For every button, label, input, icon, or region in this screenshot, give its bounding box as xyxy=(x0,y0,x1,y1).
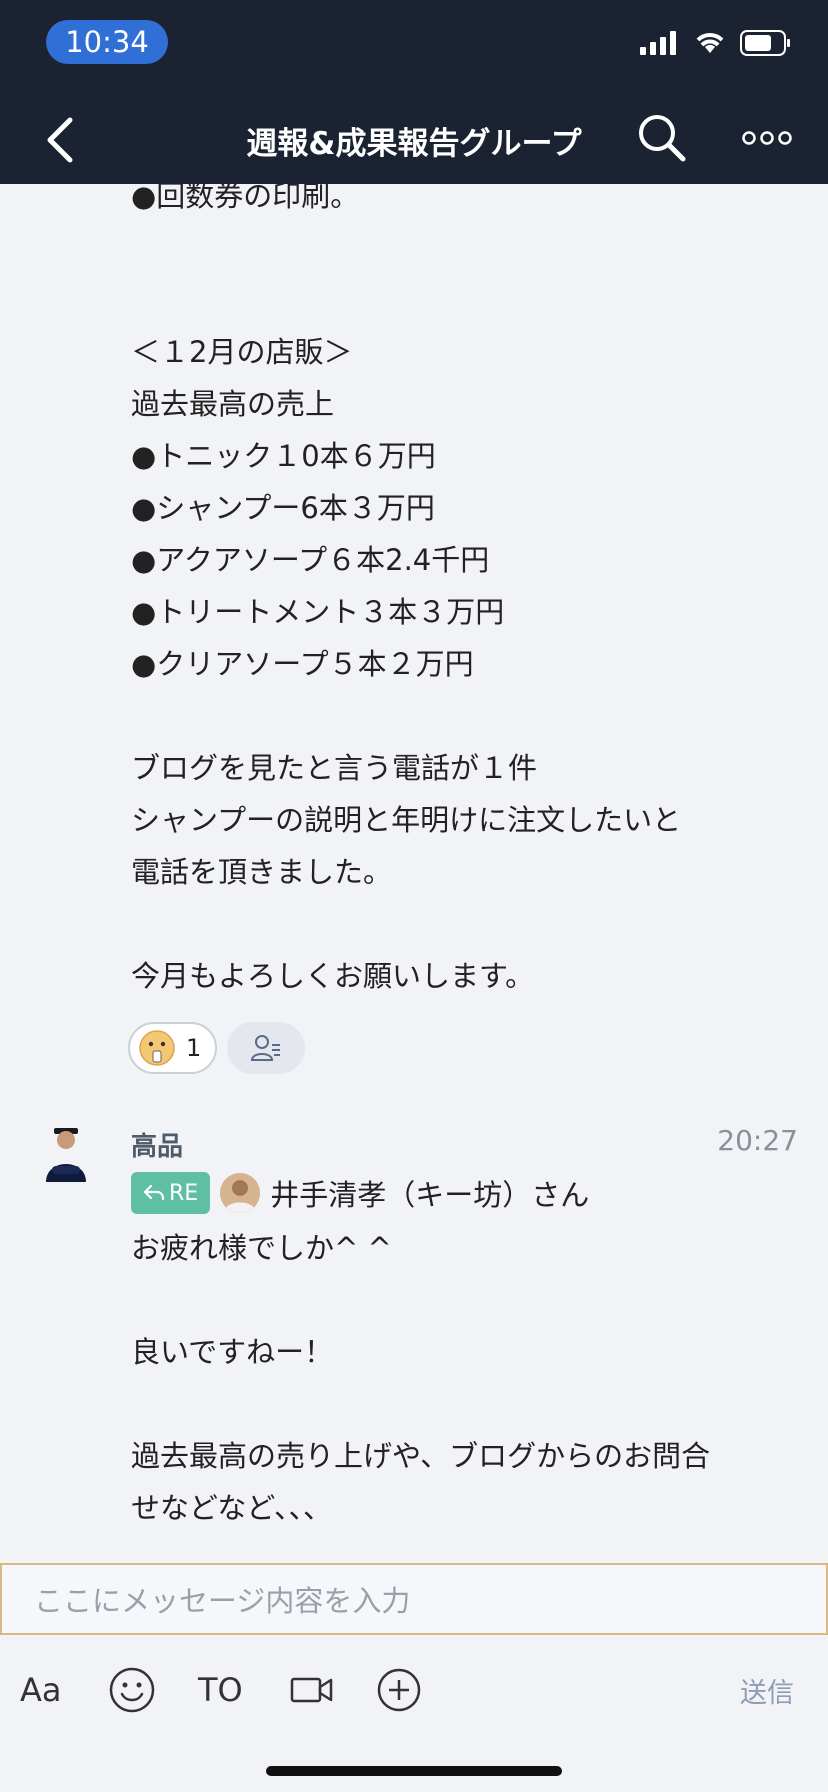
user-list-icon xyxy=(251,1035,281,1061)
battery-icon xyxy=(740,30,790,56)
reply-avatar xyxy=(220,1173,261,1213)
smiley-icon xyxy=(109,1667,155,1713)
send-button[interactable]: 送信 xyxy=(740,1665,794,1715)
more-options-button[interactable] xyxy=(742,120,792,156)
reply-to-name: 井手清孝（キー坊）さん xyxy=(270,1178,590,1212)
message-input[interactable]: ここにメッセージ内容を入力 xyxy=(0,1563,828,1635)
sender-name[interactable]: 高品 xyxy=(131,1126,183,1163)
message-body: お疲れ様でしか^ ^ 良いですねー！ 過去最高の売り上げや、ブログからのお問合 … xyxy=(131,1231,711,1525)
avatar-person-icon xyxy=(46,1128,86,1182)
signal-icon xyxy=(640,31,676,55)
read-status-button[interactable] xyxy=(227,1022,306,1074)
search-button[interactable] xyxy=(636,112,688,164)
reaction-bar: 1 xyxy=(128,1022,306,1074)
to-mention-button[interactable]: TO xyxy=(198,1665,243,1715)
avatar[interactable] xyxy=(38,1124,94,1186)
text-format-button[interactable]: Aa xyxy=(20,1665,62,1715)
reaction-face-icon xyxy=(139,1030,175,1066)
video-camera-icon xyxy=(290,1677,333,1703)
reply-reference[interactable]: RE 井手清孝（キー坊）さん xyxy=(131,1172,589,1214)
plus-circle-icon xyxy=(377,1668,421,1712)
search-icon xyxy=(639,115,686,162)
header-bar: 10:34 週報&成果報告グループ xyxy=(0,0,828,184)
emoji-button[interactable] xyxy=(108,1665,156,1715)
more-dots-icon xyxy=(742,131,792,145)
status-icons xyxy=(640,30,792,56)
reaction-count: 1 xyxy=(186,1034,202,1062)
message-list[interactable]: ●回数券の印刷。 ＜１2月の店販＞ 過去最高の売上 ●トニック１0本６万円 ●シ… xyxy=(0,184,828,1562)
status-time: 10:34 xyxy=(46,20,168,64)
message-body: ●回数券の印刷。 ＜１2月の店販＞ 過去最高の売上 ●トニック１0本６万円 ●シ… xyxy=(131,184,682,993)
video-call-button[interactable] xyxy=(290,1665,334,1715)
reaction-button[interactable]: 1 xyxy=(128,1022,218,1074)
chat-title: 週報&成果報告グループ xyxy=(246,126,582,162)
attach-button[interactable] xyxy=(376,1665,422,1715)
re-label: RE xyxy=(169,1180,199,1206)
wifi-icon xyxy=(696,33,724,53)
message-time: 20:27 xyxy=(717,1124,798,1157)
re-badge: RE xyxy=(131,1172,211,1214)
home-indicator xyxy=(266,1766,562,1776)
reply-arrow-icon xyxy=(143,1184,165,1201)
reply-avatar-person-icon xyxy=(220,1173,261,1213)
